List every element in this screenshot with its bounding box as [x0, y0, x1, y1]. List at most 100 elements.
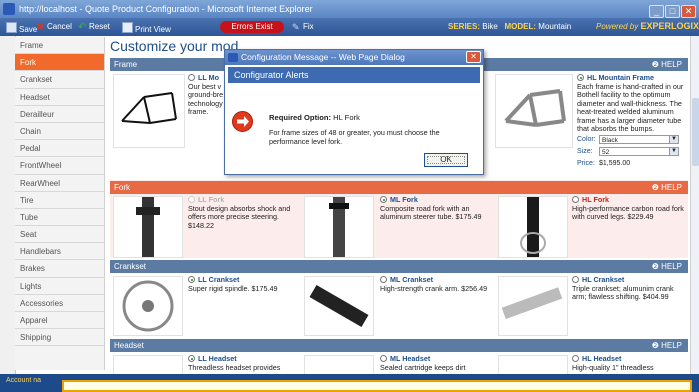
component-sidebar: Frame Fork Crankset Headset Derailleur Chain P… — [15, 37, 105, 370]
fork-ml-image — [304, 196, 374, 258]
headset-ml-option[interactable]: ML Headset Sealed cartridge keeps dirt — [380, 354, 490, 372]
fork-ml-option[interactable]: ML Fork Composite road fork with an alum… — [380, 195, 490, 222]
ie-icon — [3, 3, 15, 15]
section-headset-header: Headset ❷ HELP — [110, 339, 688, 352]
sidebar-item-pedal[interactable]: Pedal — [15, 140, 104, 158]
configuration-message-dialog: Configuration Message -- Web Page Dialog… — [224, 49, 484, 175]
section-fork-header: Fork ❷ HELP — [110, 181, 688, 194]
fork-ll-option[interactable]: LL Fork Stout design absorbs shock and o… — [188, 195, 298, 230]
brand-logo: Powered by EXPERLOGIX — [596, 21, 699, 31]
close-button[interactable]: ✕ — [681, 5, 696, 18]
fork-hl-option[interactable]: HL Fork High-performance carbon road for… — [572, 195, 686, 222]
vertical-scrollbar[interactable] — [690, 36, 699, 374]
fork-hl-image — [498, 196, 568, 258]
fork-hl-radio[interactable] — [572, 196, 579, 203]
crankset-ml-radio[interactable] — [380, 276, 387, 283]
window-titlebar: http://localhost - Quote Product Configu… — [0, 0, 699, 18]
minimize-button[interactable]: _ — [649, 5, 664, 18]
ok-button[interactable]: OK — [424, 153, 468, 167]
scrollbar-thumb[interactable] — [692, 98, 699, 166]
help-button[interactable]: ❷ HELP — [652, 339, 682, 352]
help-button[interactable]: ❷ HELP — [652, 58, 682, 71]
sidebar-item-crankset[interactable]: Crankset — [15, 71, 104, 89]
crankset-ll-option[interactable]: LL Crankset Super rigid spindle. $175.49 — [188, 275, 298, 293]
print-icon — [122, 22, 133, 33]
sidebar-item-derailleur[interactable]: Derailleur — [15, 106, 104, 123]
configurator-alerts-header: Configurator Alerts — [228, 67, 480, 83]
cancel-button[interactable]: ✖ Cancel — [36, 22, 72, 33]
left-edge-panel — [0, 36, 16, 374]
sidebar-item-headset[interactable]: Headset — [15, 89, 104, 106]
crankset-ml-option[interactable]: ML Crankset High-strength crank arm. $25… — [380, 275, 490, 293]
error-arrow-icon — [232, 111, 253, 132]
sidebar-item-shipping[interactable]: Shipping — [15, 329, 104, 347]
required-option-line: Required Option: HL Fork — [269, 113, 360, 122]
print-view-button[interactable]: Print View — [122, 22, 171, 34]
fix-icon: ✎ — [292, 22, 300, 32]
frame-hl-image — [495, 74, 573, 148]
size-select[interactable]: 52 ▼ — [599, 147, 679, 156]
headset-ll-image — [113, 355, 183, 376]
sidebar-item-fork[interactable]: Fork — [15, 54, 104, 72]
headset-ml-image — [304, 355, 374, 376]
sidebar-item-tire[interactable]: Tire — [15, 192, 104, 209]
dialog-message: For frame sizes of 48 or greater, you mu… — [269, 128, 440, 146]
headset-hl-option[interactable]: HL Headset High-quality 1" threadless — [572, 354, 686, 372]
reset-button[interactable]: ↶ Reset — [78, 22, 110, 33]
ie-icon — [228, 53, 238, 62]
sidebar-item-lights[interactable]: Lights — [15, 278, 104, 295]
headset-ll-option[interactable]: LL Headset Threadless headset provides — [188, 354, 298, 372]
size-label: Size: — [577, 148, 593, 155]
help-button[interactable]: ❷ HELP — [652, 181, 682, 194]
fix-button[interactable]: ✎ Fix — [292, 22, 314, 32]
tooltip-panel — [62, 380, 692, 392]
sidebar-item-tube[interactable]: Tube — [15, 209, 104, 227]
chevron-down-icon: ▼ — [669, 148, 678, 155]
frame-hl-option[interactable]: HL Mountain Frame Each frame is hand-cra… — [577, 73, 687, 134]
sidebar-item-rearwheel[interactable]: RearWheel — [15, 175, 104, 192]
chevron-down-icon: ▼ — [669, 136, 678, 143]
reset-icon: ↶ — [78, 22, 87, 33]
frame-ll-radio[interactable] — [188, 74, 195, 81]
frame-hl-radio[interactable] — [577, 74, 584, 81]
save-button[interactable]: Save — [6, 22, 37, 34]
sidebar-item-seat[interactable]: Seat — [15, 226, 104, 244]
window-title: http://localhost - Quote Product Configu… — [19, 4, 313, 14]
maximize-button[interactable]: □ — [665, 5, 680, 18]
cancel-icon: ✖ — [36, 22, 45, 33]
fork-ll-image — [113, 196, 183, 258]
headset-hl-image — [498, 355, 568, 376]
sidebar-item-chain[interactable]: Chain — [15, 123, 104, 141]
sidebar-item-brakes[interactable]: Brakes — [15, 260, 104, 278]
dialog-close-button[interactable]: ✕ — [466, 51, 481, 63]
dialog-titlebar: Configuration Message -- Web Page Dialog… — [225, 50, 483, 65]
price-label: Price: — [577, 160, 595, 167]
color-select[interactable]: Black ▼ — [599, 135, 679, 144]
fork-ml-radio[interactable] — [380, 196, 387, 203]
price-value: $1,595.00 — [599, 160, 631, 167]
headset-hl-radio[interactable] — [572, 355, 579, 362]
crankset-ll-radio[interactable] — [188, 276, 195, 283]
crankset-ll-image — [113, 276, 183, 336]
headset-ll-radio[interactable] — [188, 355, 195, 362]
sidebar-item-accessories[interactable]: Accessories — [15, 295, 104, 312]
sidebar-item-frontwheel[interactable]: FrontWheel — [15, 157, 104, 175]
color-label: Color: — [577, 136, 596, 143]
page-title: Customize your mod — [110, 38, 239, 54]
crankset-hl-image — [498, 276, 568, 336]
help-button[interactable]: ❷ HELP — [652, 260, 682, 273]
crankset-hl-radio[interactable] — [572, 276, 579, 283]
save-icon — [6, 22, 17, 33]
sidebar-item-handlebars[interactable]: Handlebars — [15, 243, 104, 261]
errors-exist-badge[interactable]: Errors Exist — [220, 21, 284, 33]
frame-ll-image — [113, 74, 185, 148]
series-model-info: SERIES: Bike MODEL: Mountain — [448, 22, 572, 31]
fork-ll-radio[interactable] — [188, 196, 195, 203]
crankset-ml-image — [304, 276, 374, 336]
crankset-hl-option[interactable]: HL Crankset Triple crankset; alumunim cr… — [572, 275, 686, 302]
headset-ml-radio[interactable] — [380, 355, 387, 362]
sidebar-item-apparel[interactable]: Apparel — [15, 312, 104, 330]
app-toolbar: Save ✖ Cancel ↶ Reset Print View Errors Ex… — [0, 18, 699, 36]
sidebar-item-frame[interactable]: Frame — [15, 37, 104, 55]
section-crankset-header: Crankset ❷ HELP — [110, 260, 688, 273]
